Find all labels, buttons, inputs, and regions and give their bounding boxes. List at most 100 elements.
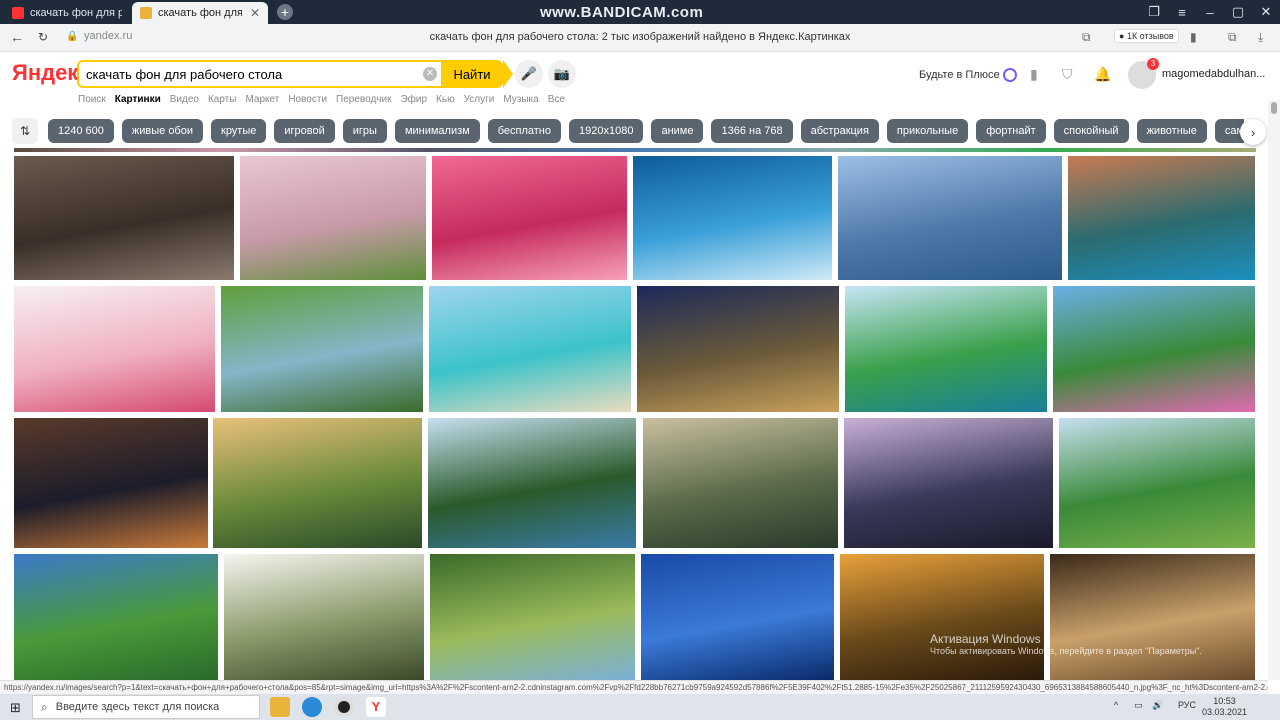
avatar[interactable]: 3 [1128, 58, 1159, 89]
windows-start-icon[interactable]: ⊞ [10, 700, 21, 716]
service-link[interactable]: Новости [288, 94, 327, 105]
image-thumbnail-cloudy-mountains[interactable] [643, 418, 838, 548]
service-link[interactable]: Поиск [78, 94, 106, 105]
browser-tab-1[interactable]: скачать фон для рабочего [4, 2, 130, 24]
service-link[interactable]: Видео [170, 94, 199, 105]
bell-icon[interactable]: 🔔 [1094, 66, 1111, 83]
service-link[interactable]: Маркет [245, 94, 279, 105]
bookmarks-window-icon[interactable]: ❐ [1140, 0, 1168, 24]
network-icon[interactable]: ▭ [1134, 700, 1143, 711]
image-thumbnail-eiffel-tower[interactable] [637, 286, 839, 412]
image-thumbnail-red-rose[interactable] [432, 156, 627, 280]
image-thumbnail-golden-sunset-trees[interactable] [840, 554, 1044, 680]
bookmark-icon[interactable]: ▮ [1190, 30, 1197, 44]
close-tab-icon[interactable]: ✕ [250, 6, 260, 20]
filter-chip[interactable]: игры [342, 119, 387, 143]
file-explorer-icon[interactable] [270, 697, 290, 717]
image-thumbnail-tulip-field[interactable] [14, 286, 215, 412]
minimize-icon[interactable]: – [1196, 0, 1224, 24]
filter-chip[interactable]: спокойный [1053, 119, 1129, 143]
service-link[interactable]: Карты [208, 94, 237, 105]
image-thumbnail-blue-rose[interactable] [641, 554, 834, 680]
filter-chip[interactable]: минимализм [394, 119, 480, 143]
restore-icon[interactable]: ▢ [1224, 0, 1252, 24]
image-thumbnail-tropical-beach[interactable] [429, 286, 631, 412]
reviews-badge[interactable]: ● 1К отзывов [1114, 29, 1179, 43]
service-link[interactable]: Переводчик [336, 94, 391, 105]
collections-icon[interactable]: ▮ [1030, 66, 1038, 83]
scrollbar-thumb[interactable] [1271, 102, 1277, 114]
new-tab-icon[interactable]: + [277, 4, 293, 20]
image-thumbnail-river-valley[interactable] [213, 418, 422, 548]
image-favicon-icon [140, 7, 152, 19]
taskbar-search[interactable]: ⌕ Введите здесь текст для поиска [32, 695, 260, 719]
image-thumbnail-rock-lake-dusk[interactable] [844, 418, 1053, 548]
chevron-right-icon[interactable]: › [1240, 119, 1266, 145]
volume-icon[interactable]: 🔊 [1152, 700, 1163, 711]
image-thumbnail-pink-flowers[interactable] [1053, 286, 1255, 412]
browser-tab-2[interactable]: скачать фон для рабоч ✕ [132, 2, 268, 24]
filter-chip[interactable]: 1920х1080 [569, 119, 644, 143]
image-thumbnail-ocean-wave[interactable] [633, 156, 832, 280]
reload-icon[interactable]: ↻ [38, 30, 48, 44]
plus-promo[interactable]: Будьте в Плюсе [919, 68, 1017, 82]
filter-chip[interactable]: прикольные [886, 119, 969, 143]
image-thumbnail-green-cliffs[interactable] [221, 286, 423, 412]
download-icon[interactable]: ⤓ [1258, 30, 1263, 45]
service-link[interactable]: Услуги [464, 94, 495, 105]
image-thumbnail-sunset-shore[interactable] [14, 418, 208, 548]
voice-search-icon[interactable]: 🎤 [515, 60, 543, 88]
filter-chip[interactable]: 1240 600 [48, 119, 114, 143]
image-thumbnail-forest-lake[interactable] [845, 286, 1047, 412]
image-thumbnail-mountain-lake[interactable] [838, 156, 1062, 280]
url-domain[interactable]: yandex.ru [84, 30, 132, 42]
filter-chip[interactable]: аниме [651, 119, 704, 143]
image-thumbnail-cherry-blossom-alley[interactable] [240, 156, 426, 280]
edge-icon[interactable] [302, 697, 322, 717]
taskbar-search-placeholder: Введите здесь текст для поиска [55, 701, 220, 713]
service-link[interactable]: Эфир [400, 94, 427, 105]
filter-chip[interactable]: крутые [211, 119, 267, 143]
close-window-icon[interactable]: ✕ [1252, 0, 1280, 24]
username[interactable]: magomedabdulhan... [1162, 68, 1265, 80]
filter-chip[interactable]: живые обои [121, 119, 203, 143]
filter-chip[interactable]: абстракция [800, 119, 879, 143]
image-thumbnail-mountain-reflection[interactable] [1068, 156, 1255, 280]
image-search-icon[interactable]: 📷 [548, 60, 576, 88]
lock-icon: 🔒 [66, 31, 79, 42]
translate-icon[interactable]: ⧉ [1082, 30, 1091, 45]
service-link[interactable]: Картинки [115, 94, 161, 105]
filter-chip[interactable]: игровой [274, 119, 335, 143]
find-button[interactable]: Найти [441, 60, 513, 88]
filter-chip[interactable]: бесплатно [487, 119, 561, 143]
extensions-icon[interactable]: ⧉ [1228, 30, 1237, 45]
taskbar-clock[interactable]: 10:53 03.03.2021 [1202, 696, 1247, 718]
language-indicator[interactable]: РУС [1178, 700, 1196, 710]
filter-chip[interactable]: фортнайт [976, 119, 1046, 143]
filter-chip[interactable]: 1366 на 768 [711, 119, 793, 143]
menu-icon[interactable]: ≡ [1168, 0, 1196, 24]
filter-chip[interactable]: животные [1136, 119, 1207, 143]
search-icon: ⌕ [41, 699, 48, 714]
scrollbar[interactable] [1268, 100, 1280, 680]
image-thumbnail-leopard[interactable] [1050, 554, 1255, 680]
image-thumbnail-alpine-meadow[interactable] [14, 554, 218, 680]
bandicam-icon[interactable] [334, 697, 354, 717]
clock-time: 10:53 [1213, 696, 1236, 706]
yandex-browser-icon[interactable]: Y [366, 697, 386, 717]
image-thumbnail-pebbles[interactable] [14, 156, 234, 280]
service-link[interactable]: Все [548, 94, 565, 105]
clock-date: 03.03.2021 [1202, 707, 1248, 717]
clear-search-icon[interactable]: ✕ [423, 67, 437, 81]
image-thumbnail-park-tree-lake[interactable] [430, 554, 635, 680]
filters-icon[interactable]: ⇅ [12, 118, 38, 144]
image-thumbnail-green-valley[interactable] [1059, 418, 1255, 548]
service-link[interactable]: Музыка [503, 94, 538, 105]
shield-icon[interactable]: ⛉ [1062, 66, 1073, 83]
service-link[interactable]: Кью [436, 94, 455, 105]
image-thumbnail-pine-lake[interactable] [428, 418, 636, 548]
image-thumbnail-white-blossoms[interactable] [224, 554, 424, 680]
tray-chevron-icon[interactable]: ^ [1114, 700, 1118, 710]
search-input[interactable] [86, 62, 416, 86]
back-icon[interactable]: ← [10, 29, 24, 45]
